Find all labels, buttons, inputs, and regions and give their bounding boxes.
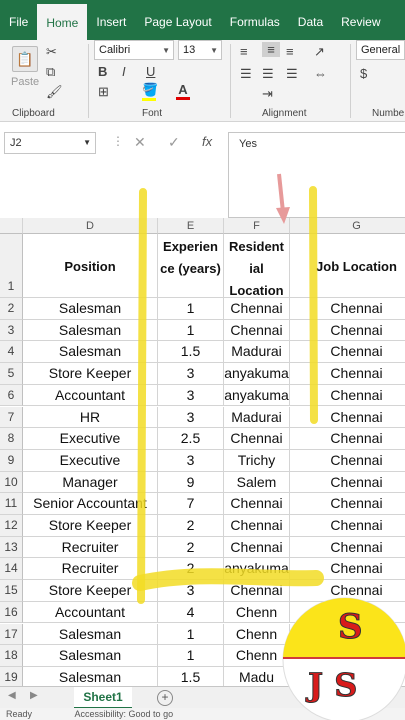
highlighter-stroke <box>137 188 147 604</box>
highlighter-stroke <box>132 568 324 591</box>
arrow-annotation <box>276 207 290 224</box>
logo-bottom-text: J S <box>305 666 357 704</box>
logo-graphic: S J S <box>282 597 405 720</box>
logo-top-text: S <box>338 607 363 647</box>
highlighter-stroke <box>309 186 318 424</box>
arrow-annotation <box>277 173 285 213</box>
sjs-logo: S J S <box>280 596 405 720</box>
